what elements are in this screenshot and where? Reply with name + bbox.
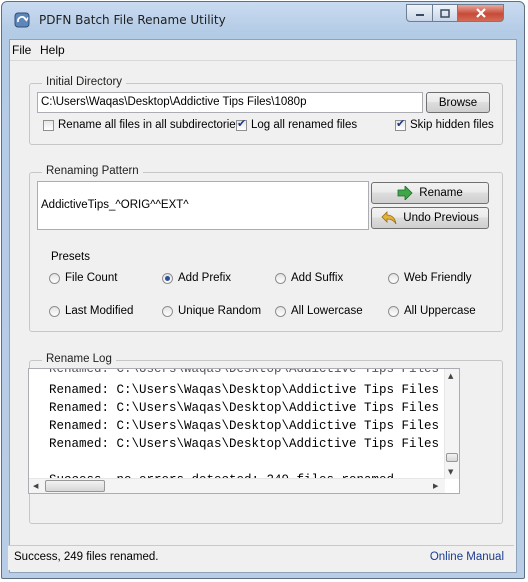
log-renamed-label: Log all renamed files [251, 119, 358, 131]
menu-help[interactable]: Help [40, 43, 65, 57]
radio-circle[interactable] [388, 305, 399, 317]
radio-circle[interactable] [275, 272, 286, 284]
radio-circle[interactable] [162, 272, 173, 284]
checkbox-box[interactable]: ✔ [395, 116, 406, 131]
preset-label: Add Suffix [291, 272, 344, 284]
initial-directory-label: Initial Directory [42, 76, 127, 88]
scroll-down-icon[interactable]: ▼ [448, 468, 453, 476]
log-line: Renamed: C:\Users\Waqas\Desktop\Addictiv… [49, 401, 440, 415]
log-vertical-scrollbar[interactable]: ▲ ▼ [444, 369, 459, 479]
preset-label: All Lowercase [291, 305, 363, 317]
subdirectories-checkbox[interactable]: Rename all files in all subdirectories [43, 119, 241, 131]
log-renamed-checkbox[interactable]: ✔ Log all renamed files [236, 116, 358, 131]
undo-label: Undo Previous [403, 212, 479, 224]
presets-label: Presets [51, 251, 90, 263]
log-line: Renamed: C:\Users\Waqas\Desktop\Addictiv… [49, 383, 440, 397]
preset-label: File Count [65, 272, 118, 284]
skip-hidden-label: Skip hidden files [410, 119, 494, 131]
preset-file-count[interactable]: File Count [49, 272, 117, 284]
browse-button[interactable]: Browse [426, 92, 490, 113]
online-manual-link[interactable]: Online Manual [430, 551, 504, 563]
skip-hidden-checkbox[interactable]: ✔ Skip hidden files [395, 116, 494, 131]
minimize-button[interactable] [406, 4, 433, 22]
scroll-right-icon[interactable]: ▶ [433, 482, 438, 490]
horizontal-scroll-thumb[interactable] [45, 480, 105, 492]
status-area: Success, 249 files renamed. Online Manua… [8, 534, 514, 570]
close-icon [475, 8, 486, 18]
browse-label: Browse [438, 96, 478, 109]
rename-log-output[interactable]: Renamed: C:\Users\Waqas\Desktop\Addictiv… [28, 368, 460, 494]
radio-circle[interactable] [49, 272, 60, 284]
window-title: PDFN Batch File Rename Utility [39, 13, 226, 27]
directory-path-input[interactable]: C:\Users\Waqas\Desktop\Addictive Tips Fi… [37, 92, 423, 113]
menu-file[interactable]: File [12, 43, 31, 57]
preset-label: All Uppercase [404, 305, 476, 317]
maximize-icon [440, 8, 450, 18]
rename-label: Rename [419, 187, 463, 199]
preset-add-suffix[interactable]: Add Suffix [275, 272, 343, 284]
preset-label: Last Modified [65, 305, 134, 317]
close-button[interactable] [457, 4, 504, 22]
pattern-input[interactable]: AddictiveTips_^ORIG^^EXT^ [37, 181, 369, 230]
preset-web-friendly[interactable]: Web Friendly [388, 272, 472, 284]
vertical-scroll-thumb[interactable] [446, 453, 458, 462]
rename-log-label: Rename Log [42, 353, 116, 365]
maximize-button[interactable] [432, 4, 458, 22]
rename-button[interactable]: Rename [371, 182, 489, 204]
renaming-pattern-label: Renaming Pattern [42, 165, 143, 177]
arrow-right-icon [397, 186, 413, 200]
preset-add-prefix[interactable]: Add Prefix [162, 272, 231, 284]
app-icon [14, 12, 30, 28]
minimize-icon [415, 14, 424, 16]
preset-all-uppercase[interactable]: All Uppercase [388, 305, 476, 317]
preset-label: Unique Random [178, 305, 262, 317]
status-text: Success, 249 files renamed. [14, 551, 159, 563]
status-bar: Success, 249 files renamed. Online Manua… [8, 545, 514, 570]
radio-selected-dot [165, 275, 170, 281]
undo-arrow-icon [381, 211, 397, 225]
checkmark-icon: ✔ [396, 116, 406, 130]
log-line-partial: Renamed: C:\Users\Waqas\Desktop\Addictiv… [49, 368, 440, 376]
preset-last-modified[interactable]: Last Modified [49, 305, 133, 317]
preset-unique-random[interactable]: Unique Random [162, 305, 261, 317]
title-bar[interactable]: PDFN Batch File Rename Utility [2, 2, 524, 38]
preset-label: Web Friendly [404, 272, 472, 284]
checkbox-box[interactable]: ✔ [236, 116, 247, 131]
log-line: Renamed: C:\Users\Waqas\Desktop\Addictiv… [49, 419, 440, 433]
scroll-left-icon[interactable]: ◀ [33, 482, 38, 490]
preset-label: Add Prefix [178, 272, 232, 284]
log-line: Renamed: C:\Users\Waqas\Desktop\Addictiv… [49, 437, 440, 451]
subdirectories-label: Rename all files in all subdirectories [58, 119, 242, 131]
preset-all-lowercase[interactable]: All Lowercase [275, 305, 363, 317]
undo-previous-button[interactable]: Undo Previous [371, 207, 489, 229]
checkbox-box[interactable] [43, 119, 54, 131]
radio-circle[interactable] [162, 305, 173, 317]
scroll-up-icon[interactable]: ▲ [448, 372, 453, 380]
log-horizontal-scrollbar[interactable]: ◀ ▶ [29, 478, 445, 493]
menu-bar: File Help [10, 40, 516, 61]
radio-circle[interactable] [49, 305, 60, 317]
checkmark-icon: ✔ [237, 116, 247, 130]
radio-circle[interactable] [275, 305, 286, 317]
radio-circle[interactable] [388, 272, 399, 284]
